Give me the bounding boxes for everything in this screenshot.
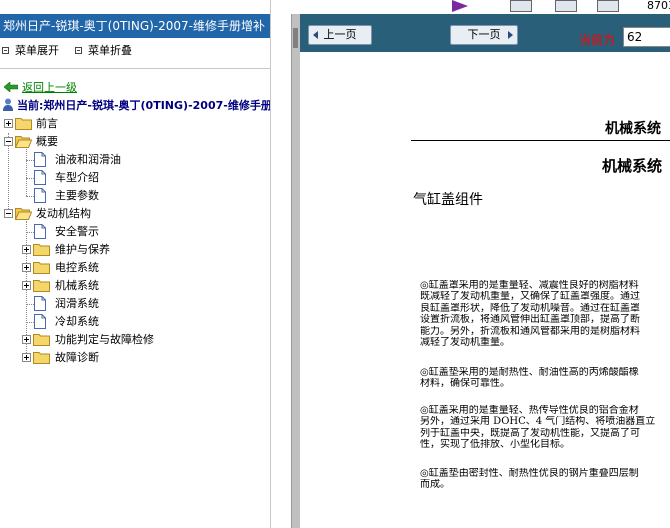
- tree-item-label: 概要: [36, 135, 58, 148]
- manual-title: 郑州日产-锐琪-奥丁(0TING)-2007-维修手册增补: [0, 14, 270, 38]
- navigation-panel: 郑州日产-锐琪-奥丁(0TING)-2007-维修手册增补 菜单展开 菜单折叠 …: [0, 0, 271, 528]
- folder-icon: [33, 350, 50, 370]
- tree-item-mechanical[interactable]: 机械系统: [0, 277, 270, 295]
- previous-page-button[interactable]: 上一页: [308, 25, 372, 45]
- next-page-label: 下一页: [467, 28, 501, 41]
- expand-toggle-icon[interactable]: [4, 119, 13, 128]
- expand-all-button[interactable]: 菜单展开: [2, 42, 59, 60]
- page-running-header: 机械系统: [605, 121, 661, 137]
- collapse-toggle-icon[interactable]: [4, 209, 13, 218]
- paragraph-line: ◎缸盖采用的是重量轻、热传导性优良的铝合金材: [420, 405, 639, 416]
- section-title: 气缸盖组件: [413, 192, 483, 208]
- page-heading: 机械系统: [602, 157, 663, 175]
- tree-item-overview[interactable]: 概要: [0, 133, 270, 151]
- next-page-button[interactable]: 下一页: [450, 25, 518, 45]
- collapse-icon: [75, 47, 82, 54]
- left-arrow-icon: [313, 31, 318, 39]
- back-link[interactable]: 返回上一级: [4, 79, 77, 95]
- paragraph-line: 性，实现了低排放、小型化目标。: [420, 439, 570, 451]
- current-location-label: 当前:郑州日产-锐琪-奥丁(0TING)-2007-维修手册增补: [17, 99, 271, 112]
- tree-item-label: 前言: [36, 117, 58, 130]
- current-page-label: 当前为: [579, 33, 616, 47]
- tree-item-fault-diagnosis[interactable]: 故障诊断: [0, 349, 270, 370]
- tree-item-maintenance[interactable]: 维护与保养: [0, 241, 270, 259]
- current-location: 当前:郑州日产-锐琪-奥丁(0TING)-2007-维修手册增补: [2, 97, 271, 113]
- expand-toggle-icon[interactable]: [22, 335, 31, 344]
- tree-item-label: 润滑系统: [55, 297, 99, 310]
- divider: [0, 68, 270, 69]
- expand-all-label: 菜单展开: [15, 44, 59, 57]
- paragraph-line: 列于缸盖中央，既提高了发动机性能，又提高了可: [420, 427, 640, 439]
- previous-page-label: 上一页: [323, 28, 357, 41]
- collapse-all-label: 菜单折叠: [88, 44, 132, 57]
- document-viewer: 上一页 下一页 当前为 62 机械系统 机械系统 气缸盖组件 ◎缸盖罩采用的是重…: [300, 0, 670, 528]
- back-arrow-icon: [4, 82, 18, 92]
- paragraph-line: 设置折流板，将通风管伸出缸盖罩顶部，提高了断: [420, 314, 640, 326]
- paragraph-line: ◎缸盖垫采用的是耐热性、耐油性高的丙烯酸酯橡: [420, 367, 639, 378]
- tree-item-preface[interactable]: 前言: [0, 115, 270, 133]
- paragraph: ◎缸盖垫采用的是耐热性、耐油性高的丙烯酸酯橡 材料，确保可靠性。: [420, 367, 670, 390]
- page-navigation-bar: 上一页 下一页 当前为 62: [300, 14, 670, 52]
- expand-toggle-icon[interactable]: [22, 245, 31, 254]
- tree-item-label: 车型介绍: [55, 171, 99, 184]
- paragraph: ◎缸盖罩采用的是重量轻、减震性良好的树脂材料 既减轻了发动机重量，又确保了缸盖罩…: [420, 280, 670, 348]
- expand-toggle-icon[interactable]: [22, 281, 31, 290]
- tree-item-label: 安全警示: [55, 225, 99, 238]
- expand-icon: [2, 47, 9, 54]
- paragraph-line: ◎缸盖垫由密封性、耐热性优良的钢片重叠四层制: [420, 468, 639, 479]
- paragraph-line: 能力。另外，折流板和通风管都采用的是树脂材料: [420, 325, 640, 337]
- tree-item-label: 功能判定与故障检修: [55, 333, 154, 346]
- tree-item-model-intro[interactable]: 车型介绍: [0, 169, 270, 187]
- tree-item-label: 电控系统: [55, 261, 99, 274]
- paragraph-line: 减轻了发动机重量。: [420, 337, 510, 349]
- tree-item-engine-structure[interactable]: 发动机结构: [0, 205, 270, 223]
- header-rule: [411, 140, 670, 141]
- panel-splitter[interactable]: [291, 14, 300, 528]
- tree-item-label: 冷却系统: [55, 315, 99, 328]
- tree-item-label: 发动机结构: [36, 207, 91, 220]
- menu-bar: 菜单展开 菜单折叠: [0, 42, 270, 60]
- tree-item-main-params[interactable]: 主要参数: [0, 187, 270, 205]
- paragraph-line: ◎缸盖罩采用的是重量轻、减震性良好的树脂材料: [420, 280, 639, 291]
- splitter-grip[interactable]: [293, 28, 298, 48]
- paragraph-line: 材料，确保可靠性。: [420, 378, 510, 390]
- tree-item-cooling[interactable]: 冷却系统: [0, 313, 270, 331]
- collapse-toggle-icon[interactable]: [4, 137, 13, 146]
- document-page: 机械系统 机械系统 气缸盖组件 ◎缸盖罩采用的是重量轻、减震性良好的树脂材料 既…: [300, 52, 670, 528]
- paragraph-line: 既减轻了发动机重量，又确保了缸盖罩强度。通过: [420, 291, 640, 303]
- tree-item-label: 机械系统: [55, 279, 99, 292]
- tree-item-lubrication[interactable]: 润滑系统: [0, 295, 270, 313]
- tree-item-fluids[interactable]: 油液和润滑油: [0, 151, 270, 169]
- paragraph: ◎缸盖垫由密封性、耐热性优良的钢片重叠四层制 而成。: [420, 468, 670, 491]
- expand-toggle-icon[interactable]: [22, 353, 31, 362]
- tree-item-safety[interactable]: 安全警示: [0, 223, 270, 241]
- expand-toggle-icon[interactable]: [22, 263, 31, 272]
- paragraph: ◎缸盖采用的是重量轻、热传导性优良的铝合金材 另外，通过采用 DOHC、4 气门…: [420, 405, 670, 451]
- tree-item-diagnosis-repair[interactable]: 功能判定与故障检修: [0, 331, 270, 349]
- user-icon: [2, 98, 14, 111]
- tree-item-label: 故障诊断: [55, 351, 99, 364]
- collapse-all-button[interactable]: 菜单折叠: [75, 42, 132, 60]
- paragraph-line: 另外，通过采用 DOHC、4 气门结构、将喷油器直立: [420, 416, 656, 428]
- paragraph-line: 而成。: [420, 479, 450, 491]
- tree-item-label: 主要参数: [55, 189, 99, 202]
- tree-item-ecu[interactable]: 电控系统: [0, 259, 270, 277]
- paragraph-line: 良缸盖罩形状，降低了发动机噪音。通过在缸盖罩: [420, 302, 640, 314]
- tree-item-label: 油液和润滑油: [55, 153, 121, 166]
- page-number-input[interactable]: 62: [623, 27, 670, 47]
- back-link-label: 返回上一级: [22, 81, 77, 94]
- right-arrow-icon: [508, 31, 513, 39]
- tree-item-label: 维护与保养: [55, 243, 110, 256]
